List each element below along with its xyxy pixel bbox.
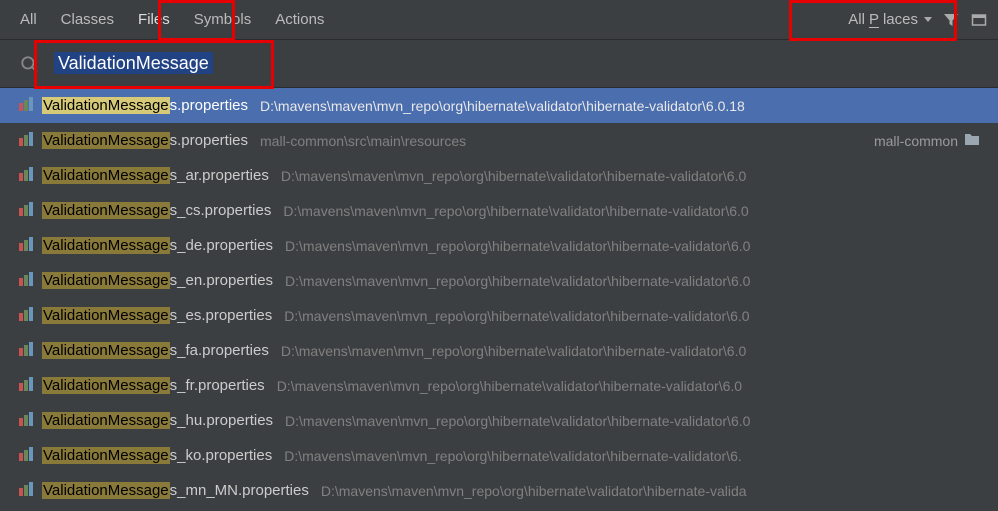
- tab-all[interactable]: All: [20, 0, 37, 39]
- result-row[interactable]: ValidationMessages_mn_MN.properties D:\ma…: [0, 473, 998, 508]
- result-path: D:\mavens\maven\mvn_repo\org\hibernate\v…: [285, 273, 750, 289]
- search-dialog-header: All Classes Files Symbols Actions All Pl…: [0, 0, 998, 40]
- properties-file-icon: [18, 96, 34, 116]
- result-filename: ValidationMessages_es.properties: [42, 307, 272, 324]
- result-row[interactable]: ValidationMessages_cs.properties D:\maven…: [0, 193, 998, 228]
- search-row: ValidationMessage: [0, 40, 998, 88]
- result-filename: ValidationMessages_ko.properties: [42, 447, 272, 464]
- properties-file-icon: [18, 131, 34, 151]
- scope-selector[interactable]: All Places: [848, 11, 932, 28]
- properties-file-icon: [18, 166, 34, 186]
- result-path: D:\mavens\maven\mvn_repo\org\hibernate\v…: [321, 483, 747, 499]
- result-path: D:\mavens\maven\mvn_repo\org\hibernate\v…: [281, 343, 746, 359]
- result-path: D:\mavens\maven\mvn_repo\org\hibernate\v…: [277, 378, 742, 394]
- result-filename: ValidationMessages_fa.properties: [42, 342, 269, 359]
- result-path: D:\mavens\maven\mvn_repo\org\hibernate\v…: [284, 308, 749, 324]
- open-in-window-icon[interactable]: [970, 11, 988, 29]
- properties-file-icon: [18, 446, 34, 466]
- result-filename: ValidationMessages.properties: [42, 97, 248, 114]
- properties-file-icon: [18, 236, 34, 256]
- result-filename: ValidationMessages_ar.properties: [42, 167, 269, 184]
- result-filename: ValidationMessages_mn_MN.properties: [42, 482, 309, 499]
- result-row[interactable]: ValidationMessages_en.properties D:\maven…: [0, 263, 998, 298]
- result-row[interactable]: ValidationMessages_de.properties D:\maven…: [0, 228, 998, 263]
- properties-file-icon: [18, 376, 34, 396]
- result-path: D:\mavens\maven\mvn_repo\org\hibernate\v…: [285, 238, 750, 254]
- tab-bar: All Classes Files Symbols Actions: [20, 0, 324, 39]
- tab-files[interactable]: Files: [138, 0, 170, 39]
- properties-file-icon: [18, 341, 34, 361]
- chevron-down-icon: [924, 17, 932, 22]
- result-filename: ValidationMessages.properties: [42, 132, 248, 149]
- result-filename: ValidationMessages_cs.properties: [42, 202, 271, 219]
- result-filename: ValidationMessages_fr.properties: [42, 377, 265, 394]
- result-path: D:\mavens\maven\mvn_repo\org\hibernate\v…: [260, 98, 745, 114]
- header-right-controls: All Places: [848, 0, 988, 39]
- result-filename: ValidationMessages_en.properties: [42, 272, 273, 289]
- search-input[interactable]: ValidationMessage: [54, 53, 213, 74]
- result-path: D:\mavens\maven\mvn_repo\org\hibernate\v…: [284, 448, 742, 464]
- result-path: D:\mavens\maven\mvn_repo\org\hibernate\v…: [283, 203, 748, 219]
- result-filename: ValidationMessages_hu.properties: [42, 412, 273, 429]
- folder-icon: [964, 132, 980, 149]
- result-row[interactable]: ValidationMessages.properties D:\mavens\m…: [0, 88, 998, 123]
- tab-classes[interactable]: Classes: [61, 0, 114, 39]
- result-row[interactable]: ValidationMessages_fa.properties D:\maven…: [0, 333, 998, 368]
- result-row[interactable]: ValidationMessages_hu.properties D:\maven…: [0, 403, 998, 438]
- result-row[interactable]: ValidationMessages_fr.properties D:\maven…: [0, 368, 998, 403]
- result-module: mall-common: [874, 132, 980, 149]
- result-filename: ValidationMessages_de.properties: [42, 237, 273, 254]
- properties-file-icon: [18, 481, 34, 501]
- filter-icon[interactable]: [942, 11, 960, 29]
- tab-symbols[interactable]: Symbols: [194, 0, 252, 39]
- result-row[interactable]: ValidationMessages.properties mall-common…: [0, 123, 998, 158]
- result-row[interactable]: ValidationMessages_ko.properties D:\maven…: [0, 438, 998, 473]
- result-path: D:\mavens\maven\mvn_repo\org\hibernate\v…: [281, 168, 746, 184]
- tab-actions[interactable]: Actions: [275, 0, 324, 39]
- result-row[interactable]: ValidationMessages_ar.properties D:\maven…: [0, 158, 998, 193]
- properties-file-icon: [18, 306, 34, 326]
- result-path: mall-common\src\main\resources: [260, 133, 466, 149]
- result-row[interactable]: ValidationMessages_es.properties D:\maven…: [0, 298, 998, 333]
- properties-file-icon: [18, 271, 34, 291]
- search-icon: [20, 55, 38, 73]
- properties-file-icon: [18, 411, 34, 431]
- properties-file-icon: [18, 201, 34, 221]
- results-list: ValidationMessages.properties D:\mavens\m…: [0, 88, 998, 508]
- result-path: D:\mavens\maven\mvn_repo\org\hibernate\v…: [285, 413, 750, 429]
